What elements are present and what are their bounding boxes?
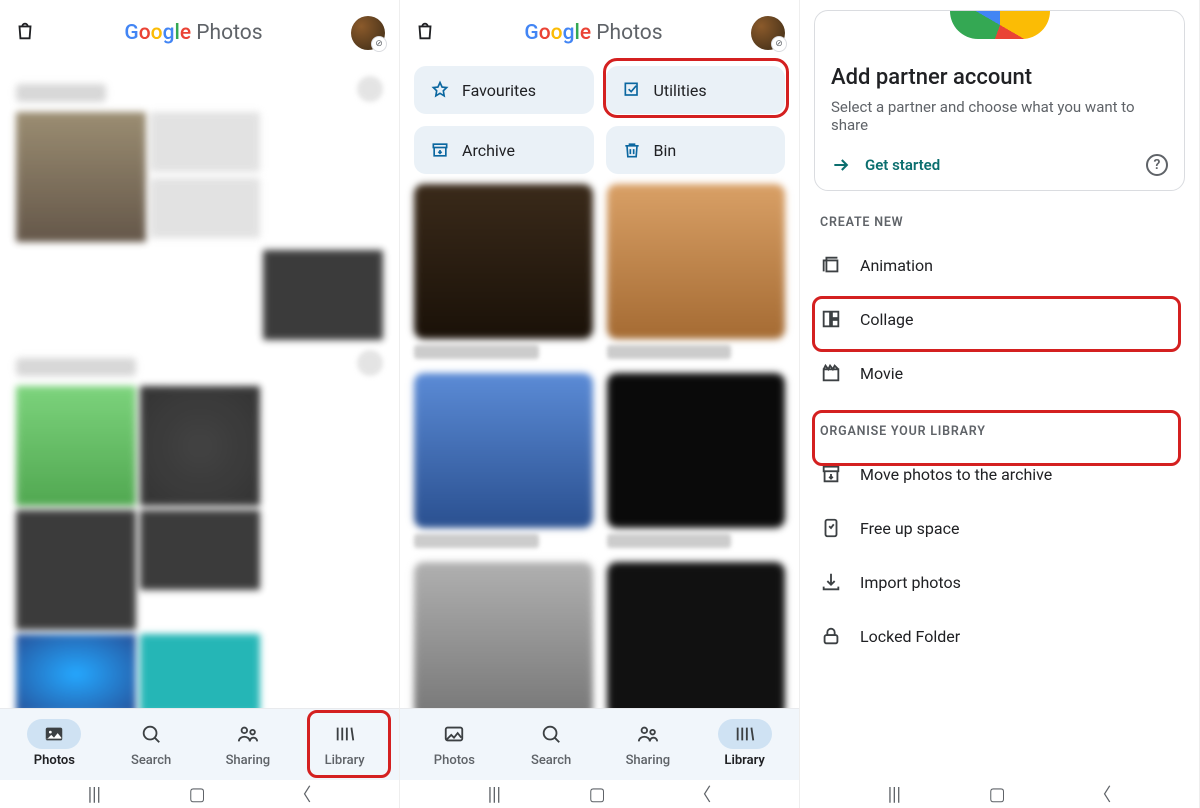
home-icon[interactable]: ▢: [589, 784, 606, 805]
bottom-nav: Photos Search Sharing Library: [0, 708, 399, 780]
avatar[interactable]: ⊘: [351, 16, 385, 50]
nav-library-label: Library: [325, 753, 365, 768]
star-icon: [430, 80, 450, 100]
organise-label: ORGANISE YOUR LIBRARY: [800, 400, 1199, 447]
nav-sharing[interactable]: Sharing: [600, 719, 697, 768]
home-icon[interactable]: ▢: [989, 784, 1006, 805]
chip-archive-label: Archive: [462, 141, 515, 160]
get-started-button[interactable]: Get started: [831, 155, 940, 175]
nav-photos[interactable]: Photos: [406, 719, 503, 768]
create-collage[interactable]: Collage: [800, 292, 1199, 346]
back-icon[interactable]: 〈: [1093, 781, 1111, 807]
arrow-right-icon: [831, 155, 851, 175]
albums-grid: [400, 184, 799, 738]
library-icon: [734, 723, 756, 745]
partner-title: Add partner account: [831, 65, 1168, 90]
library-icon: [334, 723, 356, 745]
nav-search-label: Search: [131, 753, 171, 768]
avatar[interactable]: ⊘: [751, 16, 785, 50]
nav-sharing-label: Sharing: [226, 753, 271, 768]
organise-archive-label: Move photos to the archive: [860, 465, 1052, 484]
nav-library[interactable]: Library: [296, 719, 393, 768]
nav-search[interactable]: Search: [103, 719, 200, 768]
photos-icon: [43, 723, 65, 745]
nav-sharing[interactable]: Sharing: [200, 719, 297, 768]
partner-card: Add partner account Select a partner and…: [814, 10, 1185, 191]
organise-import-label: Import photos: [860, 573, 961, 592]
organise-archive[interactable]: Move photos to the archive: [800, 447, 1199, 501]
get-started-label: Get started: [865, 156, 940, 174]
app-header: Google Photos ⊘: [400, 0, 799, 56]
free-up-icon: [820, 517, 842, 539]
movie-icon: [820, 362, 842, 384]
utilities-icon: [622, 80, 642, 100]
nav-photos-label: Photos: [34, 753, 75, 768]
collage-icon: [820, 308, 842, 330]
organise-import[interactable]: Import photos: [800, 555, 1199, 609]
import-icon: [820, 571, 842, 593]
app-header: Google Google PhotosPhotos ⊘: [0, 0, 399, 56]
system-nav: ||| ▢ 〈: [400, 780, 799, 808]
organise-locked-label: Locked Folder: [860, 627, 960, 646]
sharing-icon: [637, 723, 659, 745]
nav-photos-label: Photos: [434, 753, 475, 768]
app-title: Google Google PhotosPhotos: [46, 21, 341, 45]
nav-library[interactable]: Library: [696, 719, 793, 768]
chip-favourites-label: Favourites: [462, 81, 536, 100]
chip-utilities[interactable]: Utilities: [606, 66, 786, 114]
chip-favourites[interactable]: Favourites: [414, 66, 594, 114]
app-title: Google Photos: [446, 21, 741, 45]
screenshot-2: Google Photos ⊘ Favourites Utilities Arc…: [400, 0, 800, 808]
shopping-bag-icon[interactable]: [414, 20, 436, 46]
create-movie-label: Movie: [860, 364, 903, 383]
photos-timeline: [0, 56, 399, 724]
nav-library-label: Library: [724, 753, 764, 768]
chip-utilities-label: Utilities: [654, 81, 707, 100]
screenshot-1: Google Google PhotosPhotos ⊘ Photos Sear…: [0, 0, 400, 808]
search-icon: [540, 723, 562, 745]
create-animation[interactable]: Animation: [800, 238, 1199, 292]
help-icon[interactable]: ?: [1146, 154, 1168, 176]
archive-icon: [430, 140, 450, 160]
recents-icon[interactable]: |||: [488, 784, 501, 805]
organise-free-up-label: Free up space: [860, 519, 959, 538]
partner-illustration: [950, 11, 1050, 39]
shopping-bag-icon[interactable]: [14, 20, 36, 46]
archive-down-icon: [820, 463, 842, 485]
search-icon: [140, 723, 162, 745]
lock-icon: [820, 625, 842, 647]
nav-search[interactable]: Search: [503, 719, 600, 768]
chip-archive[interactable]: Archive: [414, 126, 594, 174]
chip-bin[interactable]: Bin: [606, 126, 786, 174]
back-icon[interactable]: 〈: [693, 781, 711, 807]
organise-locked[interactable]: Locked Folder: [800, 609, 1199, 663]
bin-icon: [622, 140, 642, 160]
create-animation-label: Animation: [860, 256, 933, 275]
nav-photos[interactable]: Photos: [6, 719, 103, 768]
library-chips: Favourites Utilities Archive Bin: [400, 56, 799, 184]
system-nav: ||| ▢ 〈: [800, 780, 1199, 808]
nav-search-label: Search: [531, 753, 571, 768]
nav-sharing-label: Sharing: [626, 753, 671, 768]
sync-off-icon: ⊘: [771, 36, 787, 52]
sync-off-icon: ⊘: [371, 36, 387, 52]
sharing-icon: [237, 723, 259, 745]
system-nav: ||| ▢ 〈: [0, 780, 399, 808]
home-icon[interactable]: ▢: [189, 784, 206, 805]
bottom-nav: Photos Search Sharing Library: [400, 708, 799, 780]
chip-bin-label: Bin: [654, 141, 677, 160]
recents-icon[interactable]: |||: [888, 784, 901, 805]
back-icon[interactable]: 〈: [293, 781, 311, 807]
create-movie[interactable]: Movie: [800, 346, 1199, 400]
photos-icon: [443, 723, 465, 745]
recents-icon[interactable]: |||: [88, 784, 101, 805]
animation-icon: [820, 254, 842, 276]
organise-free-up[interactable]: Free up space: [800, 501, 1199, 555]
screenshot-3: Add partner account Select a partner and…: [800, 0, 1200, 808]
create-new-label: CREATE NEW: [800, 191, 1199, 238]
create-collage-label: Collage: [860, 310, 914, 329]
partner-subtitle: Select a partner and choose what you wan…: [831, 98, 1168, 134]
